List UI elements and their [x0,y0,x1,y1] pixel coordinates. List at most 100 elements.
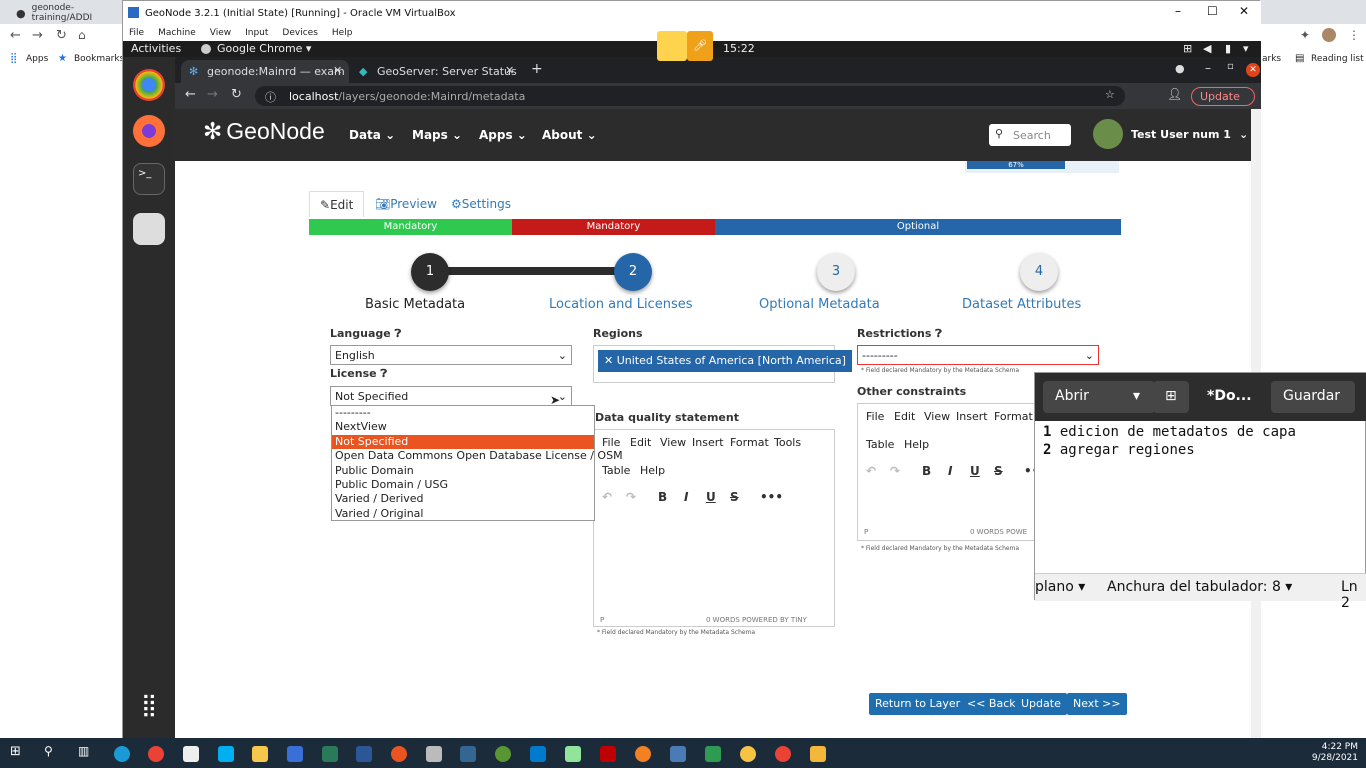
step-3[interactable]: 3 [817,253,855,291]
reload-icon[interactable]: ↻ [56,28,67,43]
bookmark-right[interactable]: arks [1262,54,1281,64]
ed-menu-edit[interactable]: Edit [894,410,915,423]
back-button[interactable]: << Back [961,693,1022,715]
ed-menu-insert[interactable]: Insert [956,410,988,423]
underline-icon[interactable]: U [970,464,980,478]
nav-apps[interactable]: Apps ⌄ [479,128,527,142]
bookmark-apps[interactable]: Apps [26,54,48,64]
license-option[interactable]: Open Data Commons Open Database License … [332,449,623,463]
app-icon[interactable] [705,746,721,762]
app-menu[interactable]: Google Chrome ▾ [217,42,311,55]
qgis-icon[interactable] [495,746,511,762]
ed-menu-help[interactable]: Help [904,438,929,451]
chrome-back-icon[interactable]: ← [185,87,196,102]
redo-icon[interactable]: ↷ [890,464,900,478]
ed-menu-file[interactable]: File [866,410,884,423]
return-to-layer-button[interactable]: Return to Layer [869,693,967,715]
app-icon[interactable] [810,746,826,762]
activities-button[interactable]: Activities [131,42,181,55]
address-bar[interactable]: ⓘ localhost /layers/geonode:Mainrd/metad… [255,86,1125,106]
menu-machine[interactable]: Machine [158,28,196,38]
region-tag[interactable]: ✕ United States of America [North Americ… [598,350,852,372]
bold-icon[interactable]: B [658,490,667,504]
step-2-label[interactable]: Location and Licenses [549,297,693,312]
host-tab[interactable]: ● geonode-training/ADDI [6,2,124,24]
underline-icon[interactable]: U [706,490,716,504]
back-icon[interactable]: ← [10,28,21,43]
license-select[interactable]: Not Specified ⌄ [330,386,572,406]
chrome-close-icon[interactable]: ✕ [1246,63,1260,77]
vscode-icon[interactable] [530,746,546,762]
chrome-dock-icon[interactable] [133,69,165,101]
notepadpp-icon[interactable] [565,746,581,762]
profile-avatar[interactable] [1322,28,1336,42]
menu-devices[interactable]: Devices [282,28,317,38]
search-icon[interactable]: ⚲ [44,744,60,760]
redo-icon[interactable]: ↷ [626,490,636,504]
language-select[interactable]: English ⌄ [330,345,572,365]
dq-editor[interactable]: File Edit View Insert Format Tools Table… [593,429,835,627]
minimize-icon[interactable]: – [1175,4,1181,18]
app-icon[interactable] [670,746,686,762]
open-menu-icon[interactable]: ▾ [1121,381,1155,413]
nav-about[interactable]: About ⌄ [542,128,597,142]
terminal-icon[interactable] [322,746,338,762]
edge-icon[interactable] [114,746,130,762]
license-option[interactable]: Varied / Derived [332,492,594,506]
files-dock-icon[interactable] [133,213,165,245]
ed-menu-file[interactable]: File [602,436,620,449]
italic-icon[interactable]: I [684,490,688,504]
ed-menu-edit[interactable]: Edit [630,436,651,449]
step-1-label[interactable]: Basic Metadata [365,297,465,312]
license-option-selected[interactable]: Not Specified [332,434,594,450]
store-icon[interactable] [183,746,199,762]
bookmark-star-icon[interactable]: ☆ [1105,88,1115,101]
maximize-icon[interactable]: ☐ [1207,4,1218,18]
license-option[interactable]: NextView [332,420,594,434]
menu-input[interactable]: Input [245,28,268,38]
save-button[interactable]: Guardar [1271,381,1355,413]
ed-menu-view[interactable]: View [660,436,686,449]
chrome-minimize-icon[interactable]: – [1205,61,1211,75]
tab-settings[interactable]: ⚙Settings [441,191,521,217]
bookmark-bookmarks[interactable]: Bookmarks [74,54,124,64]
explorer-icon[interactable] [252,746,268,762]
undo-icon[interactable]: ↶ [602,490,612,504]
reading-list[interactable]: Reading list [1311,54,1364,64]
taskbar-clock[interactable]: 4:22 PM 9/28/2021 [1312,742,1358,764]
step-4[interactable]: 4 [1020,253,1058,291]
forward-icon[interactable]: → [32,28,43,43]
ed-menu-tools[interactable]: Tools [774,436,801,449]
postgres-icon[interactable] [460,746,476,762]
chrome-forward-icon[interactable]: → [207,87,218,102]
strikethrough-icon[interactable]: S [730,490,739,504]
gedit-text[interactable]: 1 edicion de metadatos de capa 2 agregar… [1043,423,1296,459]
system-menu-icon[interactable]: ▾ [1243,42,1249,55]
menu-view[interactable]: View [210,28,231,38]
line-indicator[interactable]: Ln 2 [1341,579,1366,611]
task-view-icon[interactable]: ▥ [78,744,94,760]
app-icon[interactable] [740,746,756,762]
undo-icon[interactable]: ↶ [866,464,876,478]
license-option[interactable]: Public Domain [332,464,594,478]
search-input[interactable]: ⚲ Search [989,124,1071,146]
ubuntu-icon[interactable] [391,746,407,762]
license-option[interactable]: Varied / Original [332,507,594,521]
chrome-restore-icon[interactable]: ▫ [1227,61,1234,72]
ed-menu-table[interactable]: Table [866,438,894,451]
chrome-profile-icon[interactable]: 👤︎ [1167,87,1182,101]
menu-help[interactable]: Help [332,28,353,38]
ed-menu-format[interactable]: Format [994,410,1033,423]
strikethrough-icon[interactable]: S [994,464,1003,478]
regions-box[interactable]: ✕ United States of America [North Americ… [593,345,852,383]
more-icon[interactable]: ••• [760,490,783,504]
ed-menu-insert[interactable]: Insert [692,436,724,449]
app-icon[interactable] [287,746,303,762]
license-option[interactable]: --------- [332,406,594,420]
mode-selector[interactable]: plano ▾ [1035,579,1085,595]
tab-edit[interactable]: ✎Edit [309,191,365,217]
nav-maps[interactable]: Maps ⌄ [412,128,462,142]
new-tab-icon[interactable]: + [531,61,543,77]
geonode-logo[interactable]: ✻ GeoNode [203,118,325,145]
step-1[interactable]: 1 [411,253,449,291]
